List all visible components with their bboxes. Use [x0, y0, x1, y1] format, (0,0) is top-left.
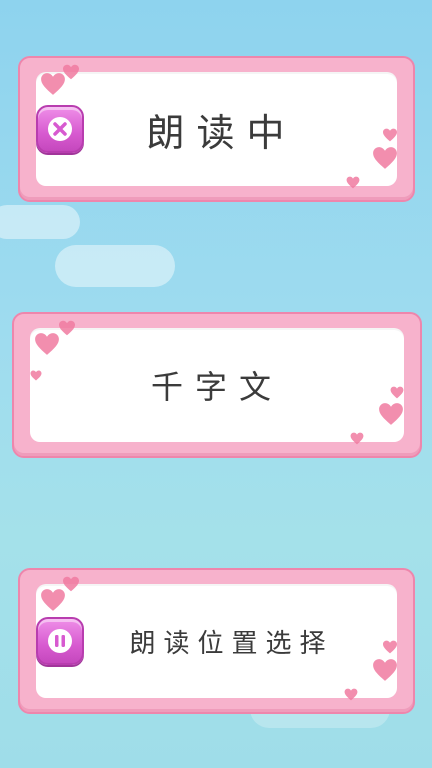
close-icon [48, 117, 72, 141]
heart-decoration-icon [59, 320, 75, 336]
heart-decoration-icon [63, 64, 79, 80]
heart-decoration-icon [35, 333, 59, 355]
heart-decoration-icon [350, 432, 364, 445]
heart-decoration-icon [373, 659, 397, 681]
heart-decoration-icon [373, 147, 397, 169]
heart-decoration-icon [346, 176, 360, 189]
heart-decoration-icon [383, 640, 397, 654]
pause-icon [48, 629, 72, 653]
reading-status-panel: 朗读中 [36, 72, 397, 186]
heart-decoration-icon [383, 128, 397, 142]
heart-decoration-icon [379, 403, 403, 425]
reading-status-label: 朗读中 [146, 110, 297, 155]
close-button[interactable] [36, 105, 84, 153]
book-title-label: 千字文 [150, 368, 283, 406]
book-title-card[interactable]: 千字文 [12, 312, 422, 458]
book-title-panel: 千字文 [30, 328, 404, 442]
heart-decoration-icon [344, 688, 358, 701]
background-cloud [55, 245, 175, 287]
background-cloud [0, 205, 80, 239]
reading-status-card: 朗读中 [18, 56, 415, 202]
heart-decoration-icon [30, 370, 42, 381]
pause-button[interactable] [36, 617, 84, 665]
reading-position-label: 朗读位置选择 [129, 628, 334, 659]
reading-position-panel: 朗读位置选择 [36, 584, 397, 698]
reading-position-card[interactable]: 朗读位置选择 [18, 568, 415, 714]
heart-decoration-icon [63, 576, 79, 592]
heart-decoration-icon [390, 386, 404, 399]
